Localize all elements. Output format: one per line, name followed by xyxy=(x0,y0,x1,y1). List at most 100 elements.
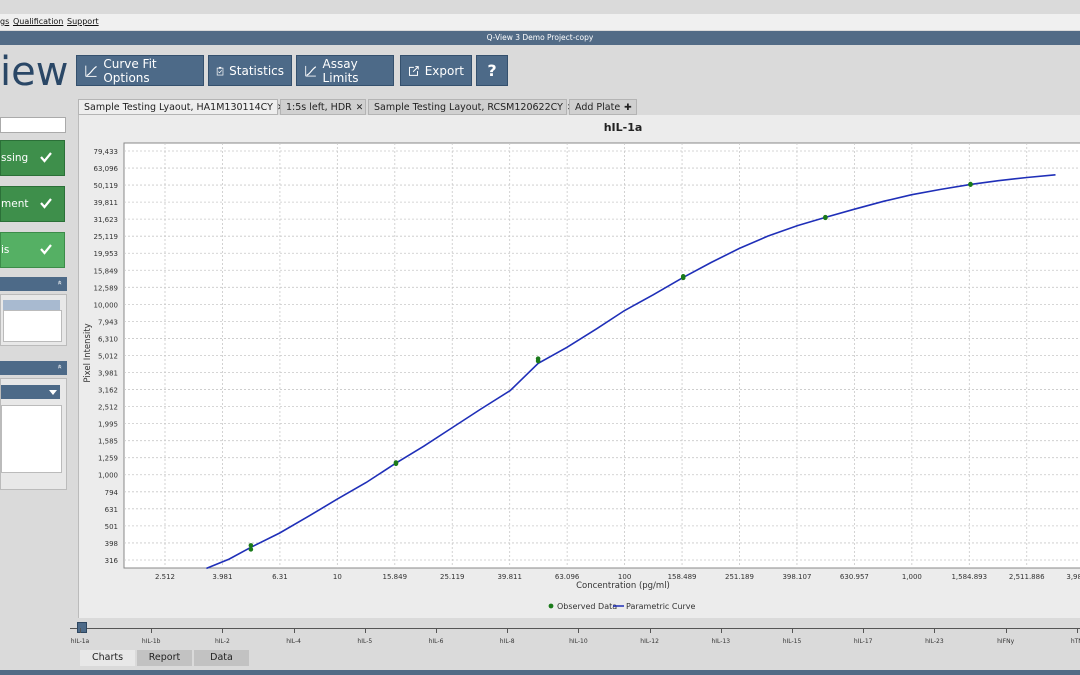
dropdown-select[interactable] xyxy=(1,385,60,399)
checkmark-icon xyxy=(40,198,52,209)
step-processing-button[interactable]: ssing xyxy=(0,140,65,176)
menu-item-settings[interactable]: gs xyxy=(0,17,9,26)
export-button[interactable]: Export xyxy=(400,55,472,86)
assay-limits-button[interactable]: Assay Limits xyxy=(296,55,394,86)
y-tick-label: 10,000 xyxy=(94,301,119,309)
y-tick-label: 3,162 xyxy=(98,387,118,395)
tab-label: Data xyxy=(210,652,233,663)
x-tick-label: 158.489 xyxy=(668,573,697,581)
y-tick-label: 3,981 xyxy=(98,370,118,378)
analyte-label[interactable]: hIFNy xyxy=(986,638,1026,645)
logo-text: iew xyxy=(0,49,69,95)
analyte-tick xyxy=(934,628,936,633)
analyte-tick xyxy=(1005,628,1007,633)
analyte-tick xyxy=(720,628,722,633)
analyte-tick xyxy=(80,628,81,633)
analyte-label[interactable]: hIL-10 xyxy=(558,638,598,645)
analyte-label[interactable]: hIL-8 xyxy=(487,638,527,645)
legend-curve-label: Parametric Curve xyxy=(626,602,696,611)
plate-tab[interactable]: Sample Testing Lyaout, HA1M130114CY✕ xyxy=(78,99,285,115)
analyte-tick xyxy=(578,628,580,633)
slider-handle[interactable] xyxy=(77,622,87,633)
selected-list-item[interactable] xyxy=(3,300,60,310)
analyte-slider[interactable]: hIL-1a hIL-1b hIL-2 hIL-4 hIL-5 hIL-6 hIL-8 hIL… xyxy=(70,622,1080,650)
menu-item-support[interactable]: Support xyxy=(67,17,99,26)
step-label: ssing xyxy=(1,152,29,164)
analyte-label[interactable]: hIL-1a xyxy=(60,638,100,645)
y-tick-label: 316 xyxy=(105,557,119,565)
x-tick-label: 100 xyxy=(618,573,631,581)
analyte-label[interactable]: hIL-17 xyxy=(843,638,883,645)
x-tick-label: 1,000 xyxy=(902,573,922,581)
x-tick-label: 3.981 xyxy=(212,573,232,581)
export-icon xyxy=(408,65,419,76)
analyte-label[interactable]: hIL-23 xyxy=(914,638,954,645)
legend-observed-marker xyxy=(548,603,554,609)
observed-data-point xyxy=(248,543,254,548)
tab-label: 1:5s left, HDR xyxy=(286,102,352,113)
x-tick-label: 3,981.072 xyxy=(1066,573,1080,581)
y-tick-label: 1,995 xyxy=(98,421,118,429)
y-tick-label: 63,096 xyxy=(94,165,119,173)
menu-item-qualification[interactable]: Qualification xyxy=(13,17,63,26)
analyte-label[interactable]: hIL-6 xyxy=(416,638,456,645)
close-icon[interactable]: ✕ xyxy=(356,103,364,113)
analyte-label[interactable]: hIL-5 xyxy=(345,638,385,645)
tab-label: Sample Testing Layout, RCSM120622CY xyxy=(374,102,563,113)
analyte-label[interactable]: hIL-15 xyxy=(772,638,812,645)
x-tick-label: 251.189 xyxy=(725,573,754,581)
analyte-label[interactable]: hIL-12 xyxy=(630,638,670,645)
curve-fit-options-label: Curve Fit Options xyxy=(103,56,157,85)
y-tick-label: 79,433 xyxy=(94,148,119,156)
tab-report[interactable]: Report xyxy=(137,650,192,666)
tab-data[interactable]: Data xyxy=(194,650,249,666)
analyte-label[interactable]: hIL-2 xyxy=(202,638,242,645)
y-tick-label: 631 xyxy=(105,506,118,514)
analyte-label[interactable]: hIL-1b xyxy=(131,638,171,645)
x-tick-label: 2,511.886 xyxy=(1009,573,1045,581)
plate-tab[interactable]: 1:5s left, HDR ✕ xyxy=(280,99,366,115)
plate-tab[interactable]: Sample Testing Layout, RCSM120622CY✕ xyxy=(368,99,574,115)
observed-data-point xyxy=(680,275,686,281)
observed-data-point xyxy=(393,461,399,467)
y-tick-label: 1,585 xyxy=(98,438,118,446)
analyte-tick xyxy=(364,628,366,633)
step-analysis-button[interactable]: is xyxy=(0,232,65,268)
y-tick-label: 2,512 xyxy=(98,404,118,412)
analyte-tick xyxy=(436,628,437,633)
legend: Observed Data Parametric Curve xyxy=(548,602,696,611)
panel-box xyxy=(0,294,67,346)
section-header[interactable]: » xyxy=(0,361,67,375)
assay-limits-label: Assay Limits xyxy=(322,56,359,85)
collapse-icon[interactable]: » xyxy=(55,364,64,369)
collapse-icon[interactable]: » xyxy=(55,280,64,285)
analyte-tick xyxy=(1076,628,1078,633)
search-input[interactable] xyxy=(0,117,66,133)
step-label: ment xyxy=(1,198,29,210)
y-tick-label: 19,953 xyxy=(94,250,119,258)
list-box[interactable] xyxy=(3,310,62,342)
observed-data-point xyxy=(968,182,973,187)
add-plate-tab[interactable]: Add Plate ✚ xyxy=(569,99,637,115)
list-box[interactable] xyxy=(1,405,62,473)
chart-panel: hIL-1a 79,433 63,096 50,119 39,811 31,623 25,… xyxy=(78,115,1080,618)
help-button[interactable]: ? xyxy=(476,55,508,86)
tab-charts[interactable]: Charts xyxy=(80,650,135,666)
app-logo: iew xyxy=(0,46,68,98)
analyte-tick xyxy=(792,628,793,633)
analyte-label[interactable]: hIL-4 xyxy=(274,638,314,645)
step-alignment-button[interactable]: ment xyxy=(0,186,65,222)
y-tick-label: 1,000 xyxy=(98,472,118,480)
x-tick-label: 39.811 xyxy=(497,573,522,581)
section-header[interactable]: » xyxy=(0,277,67,291)
chart-svg[interactable]: hIL-1a 79,433 63,096 50,119 39,811 31,623 25,… xyxy=(79,115,1080,618)
analyte-label[interactable]: hIL-13 xyxy=(701,638,741,645)
tab-label: Charts xyxy=(91,652,124,663)
statistics-button[interactable]: Statistics xyxy=(208,55,292,86)
status-bar xyxy=(0,670,1080,675)
panel-box xyxy=(0,378,67,490)
tab-label: Sample Testing Lyaout, HA1M130114CY xyxy=(84,102,273,113)
curve-fit-options-button[interactable]: Curve Fit Options xyxy=(76,55,204,86)
analyte-label[interactable]: hTN xyxy=(1057,638,1080,645)
checkmark-icon xyxy=(40,152,52,163)
